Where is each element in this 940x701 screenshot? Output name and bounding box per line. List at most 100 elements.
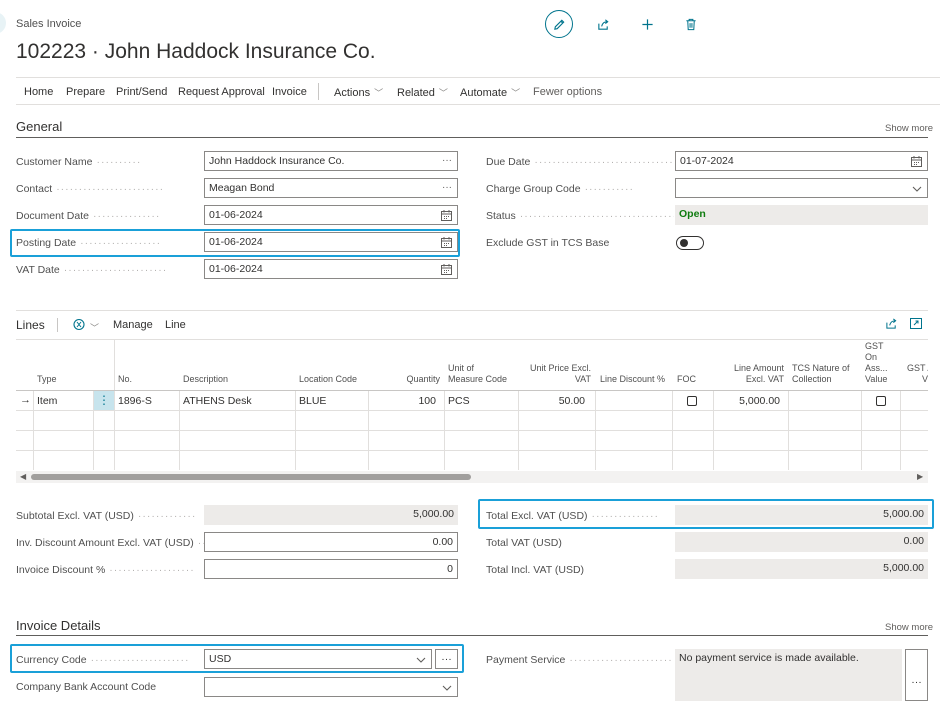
action-print-send[interactable]: Print/Send — [116, 86, 167, 98]
chevron-down-icon: ﹀ — [438, 88, 448, 98]
invoice-discount-pct-label: Invoice Discount % ··················· — [16, 564, 195, 576]
col-header-line-discount[interactable]: Line Discount % — [600, 374, 665, 385]
lines-section-title[interactable]: Lines — [16, 318, 45, 332]
col-header-type[interactable]: Type — [37, 374, 57, 385]
total-excl-label: Total Excl. VAT (USD) ··············· — [486, 510, 659, 522]
more-vertical-icon: ⋮ — [98, 393, 110, 407]
vat-date-field[interactable]: 01-06-2024 — [204, 259, 458, 279]
col-header-line-amount[interactable]: Line Amount Excl. VAT — [713, 363, 784, 385]
invoice-details-section-title[interactable]: Invoice Details — [16, 618, 101, 633]
lines-line-menu[interactable]: Line — [165, 319, 186, 331]
lines-options-button[interactable]: ﹀ — [72, 318, 99, 334]
action-actions-menu[interactable]: Actions ﹀ — [334, 86, 383, 99]
general-section-title[interactable]: General — [16, 119, 62, 134]
action-automate-menu[interactable]: Automate ﹀ — [460, 86, 520, 99]
action-prepare[interactable]: Prepare — [66, 86, 105, 98]
cell-foc-checkbox[interactable] — [687, 396, 697, 406]
cell-type[interactable]: Item — [37, 395, 57, 407]
side-panel-tab[interactable] — [0, 12, 6, 34]
col-header-quantity[interactable]: Quantity — [368, 374, 440, 385]
contact-value: Meagan Bond — [209, 182, 275, 194]
col-header-gst-on-ass-value[interactable]: GST On Ass... Value — [865, 341, 888, 385]
cell-line-amount[interactable]: 5,000.00 — [713, 395, 780, 407]
share-button[interactable] — [589, 10, 617, 38]
inv-discount-label: Inv. Discount Amount Excl. VAT (USD)·· — [16, 537, 204, 549]
more-icon[interactable]: ··· — [442, 155, 452, 166]
status-value: Open — [679, 208, 706, 220]
total-incl-label: Total Incl. VAT (USD) — [486, 564, 585, 576]
action-home[interactable]: Home — [24, 86, 53, 98]
col-header-no[interactable]: No. — [118, 374, 132, 385]
currency-code-lookup-button[interactable]: ··· — [435, 649, 458, 669]
due-date-field[interactable]: 01-07-2024 — [675, 151, 928, 171]
calendar-icon[interactable] — [441, 264, 452, 275]
share-icon[interactable] — [885, 318, 898, 330]
cell-quantity[interactable]: 100 — [368, 395, 436, 407]
document-date-value: 01-06-2024 — [209, 209, 263, 221]
breadcrumb: Sales Invoice — [16, 18, 82, 30]
cell-no[interactable]: 1896-S — [118, 395, 152, 407]
document-date-field[interactable]: 01-06-2024 — [204, 205, 458, 225]
action-bar: Home Prepare Print/Send Request Approval… — [16, 77, 940, 105]
calendar-icon[interactable] — [441, 237, 452, 248]
contact-field[interactable]: Meagan Bond ··· — [204, 178, 458, 198]
contact-label: Contact ························ — [16, 183, 165, 195]
posting-date-label: Posting Date ·················· — [16, 237, 162, 249]
action-request-approval[interactable]: Request Approval — [178, 86, 265, 98]
trash-icon — [686, 18, 696, 30]
expand-icon[interactable] — [910, 318, 923, 330]
currency-code-label: Currency Code ······················ — [16, 654, 190, 666]
invoice-details-show-more[interactable]: Show more — [885, 622, 933, 633]
calendar-icon[interactable] — [911, 156, 922, 167]
posting-date-field[interactable]: 01-06-2024 — [204, 232, 458, 252]
scrollbar-thumb[interactable] — [31, 474, 471, 480]
col-header-unit-price[interactable]: Unit Price Excl. VAT — [518, 363, 591, 385]
chevron-down-icon — [442, 685, 452, 691]
lines-top-divider — [16, 310, 928, 311]
general-divider — [16, 137, 928, 138]
charge-group-label: Charge Group Code ··········· — [486, 183, 635, 195]
cell-location-code[interactable]: BLUE — [299, 395, 326, 407]
invoice-discount-pct-input[interactable]: 0 — [204, 559, 458, 579]
customer-name-field[interactable]: John Haddock Insurance Co. ··· — [204, 151, 458, 171]
grid-horizontal-scrollbar[interactable]: ◀ ▶ — [16, 471, 928, 483]
action-fewer-options[interactable]: Fewer options — [533, 86, 602, 98]
row-menu-button[interactable]: ⋮ — [94, 391, 114, 410]
cell-description[interactable]: ATHENS Desk — [183, 395, 252, 407]
edit-button[interactable] — [545, 10, 573, 38]
plus-icon — [641, 18, 653, 30]
company-bank-select[interactable] — [204, 677, 458, 697]
action-invoice[interactable]: Invoice — [272, 86, 307, 98]
cell-uom[interactable]: PCS — [448, 395, 470, 407]
exclude-gst-toggle[interactable] — [676, 236, 704, 250]
general-show-more[interactable]: Show more — [885, 123, 933, 134]
col-header-location-code[interactable]: Location Code — [299, 374, 357, 385]
calendar-icon[interactable] — [441, 210, 452, 221]
cell-unit-price[interactable]: 50.00 — [518, 395, 585, 407]
new-button[interactable] — [633, 10, 661, 38]
cell-gst-on-ass-value-checkbox[interactable] — [876, 396, 886, 406]
col-header-description[interactable]: Description — [183, 374, 228, 385]
charge-group-select[interactable] — [675, 178, 928, 198]
col-header-gst-a[interactable]: GST AV — [907, 363, 928, 385]
more-icon[interactable]: ··· — [442, 182, 452, 193]
scroll-right-icon[interactable]: ▶ — [917, 472, 923, 481]
lines-separator — [57, 318, 58, 332]
inv-discount-input[interactable]: 0.00 — [204, 532, 458, 552]
total-incl-value: 5,000.00 — [675, 559, 928, 579]
col-header-tcs-nature[interactable]: TCS Nature of Collection — [792, 363, 850, 385]
total-excl-value: 5,000.00 — [675, 505, 928, 525]
lines-manage-menu[interactable]: Manage — [113, 319, 153, 331]
subtotal-value: 5,000.00 — [204, 505, 458, 525]
more-icon: ··· — [441, 653, 452, 665]
document-date-label: Document Date ··············· — [16, 210, 161, 222]
action-related-menu[interactable]: Related ﹀ — [397, 86, 448, 99]
scroll-left-icon[interactable]: ◀ — [20, 472, 26, 481]
more-icon: ··· — [911, 676, 922, 688]
actions-label: Actions — [334, 87, 371, 99]
col-header-uom[interactable]: Unit of Measure Code — [448, 363, 507, 385]
payment-service-lookup-button[interactable]: ··· — [905, 649, 928, 701]
delete-button[interactable] — [677, 10, 705, 38]
currency-code-select[interactable]: USD — [204, 649, 432, 669]
col-header-foc[interactable]: FOC — [677, 374, 696, 385]
